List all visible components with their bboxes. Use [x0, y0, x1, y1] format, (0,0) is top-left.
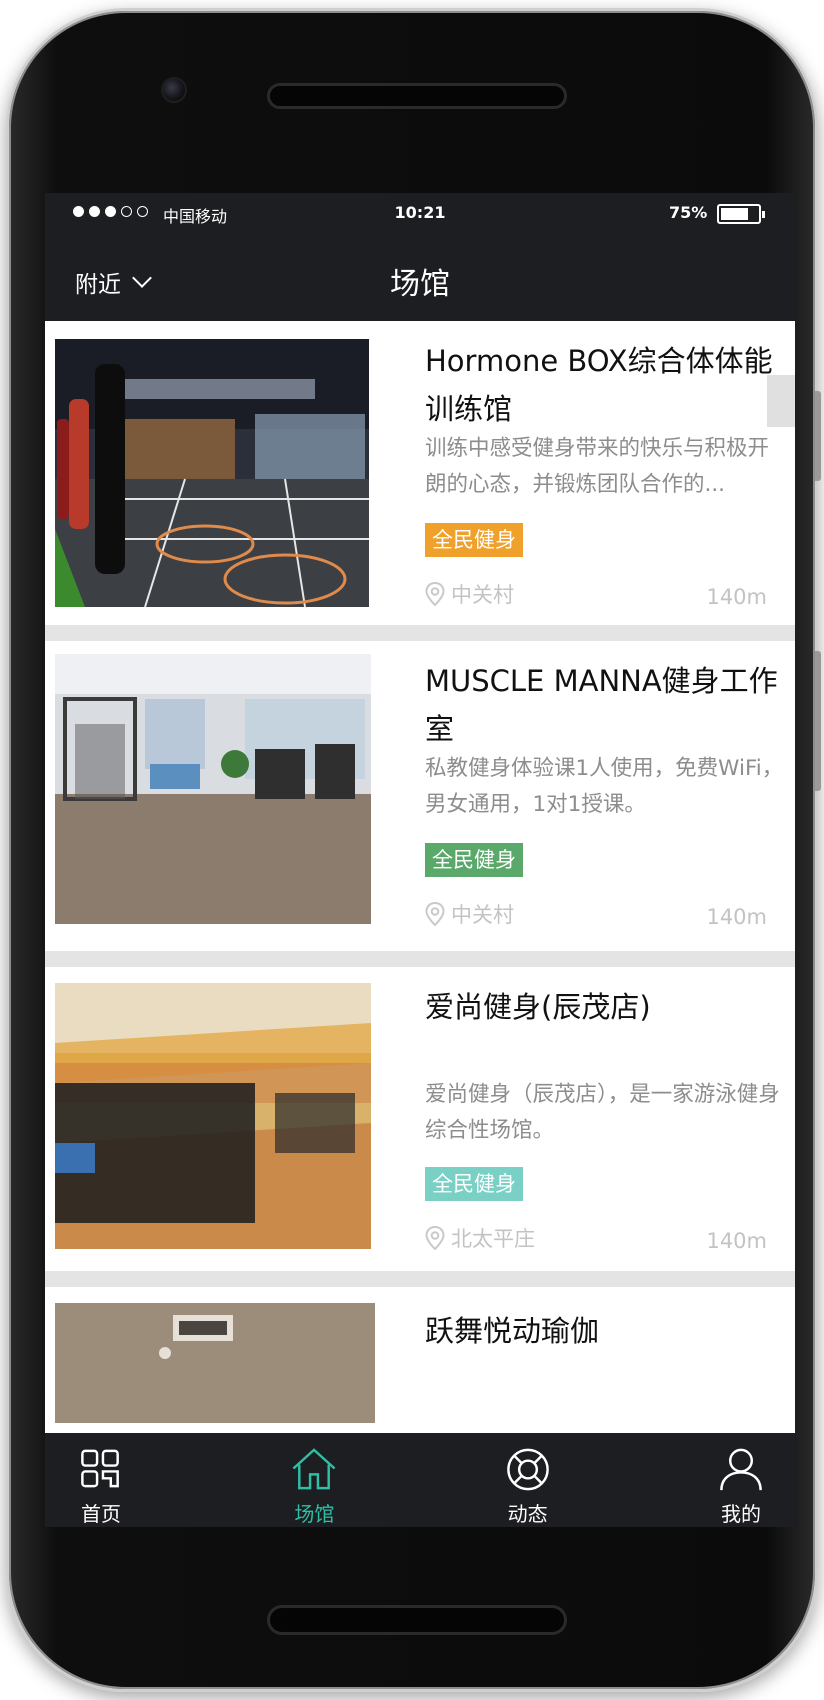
- power-button: [815, 651, 821, 791]
- venue-tag: 全民健身: [425, 523, 523, 557]
- venue-distance: 140m: [706, 1229, 767, 1253]
- venue-area-label: 中关村: [451, 903, 514, 927]
- venue-list[interactable]: Hormone BOX综合体体能训练馆 训练中感受健身带来的快乐与积极开朗的心态…: [45, 321, 795, 1527]
- venue-area: 中关村: [425, 899, 514, 929]
- venue-distance: 140m: [706, 905, 767, 929]
- venue-description: 训练中感受健身带来的快乐与积极开朗的心态，并锻炼团队合作的...: [425, 436, 770, 497]
- tab-label: 动态: [507, 1502, 548, 1526]
- front-camera: [161, 77, 187, 103]
- earpiece-speaker: [267, 83, 567, 109]
- venue-tag: 全民健身: [425, 843, 523, 877]
- venue-tag: 全民健身: [425, 1167, 523, 1201]
- gym-photo-image: [55, 983, 371, 1249]
- venue-card[interactable]: MUSCLE MANNA健身工作室 私教健身体验课1人使用，免费WiFi，男女通…: [45, 641, 795, 951]
- gym-photo-image: [55, 339, 369, 607]
- location-pin-icon: [425, 902, 445, 926]
- tab-profile[interactable]: 我的: [681, 1433, 795, 1527]
- scrollbar-thumb[interactable]: [767, 375, 795, 427]
- venue-title: 跃舞悦动瑜伽: [425, 1314, 600, 1348]
- tab-venues[interactable]: 场馆: [254, 1433, 374, 1527]
- venue-area: 中关村: [425, 579, 514, 609]
- venue-area: 北太平庄: [425, 1223, 535, 1253]
- venue-area-label: 中关村: [451, 583, 514, 607]
- tab-feed[interactable]: 动态: [468, 1433, 588, 1527]
- venue-distance: 140m: [706, 585, 767, 609]
- tab-home[interactable]: 首页: [45, 1433, 161, 1527]
- volume-button: [815, 391, 821, 481]
- page-title: 场馆: [390, 267, 450, 302]
- venue-title: 爱尚健身(辰茂店): [425, 990, 651, 1024]
- venue-photo: [55, 339, 369, 607]
- venue-card[interactable]: Hormone BOX综合体体能训练馆 训练中感受健身带来的快乐与积极开朗的心态…: [45, 321, 795, 625]
- tab-label: 场馆: [294, 1502, 335, 1526]
- lifebuoy-icon: [506, 1448, 549, 1491]
- phone-frame: 中国移动 10:21 75% 附近 场馆 Hormone BOX综合体体能训练馆…: [6, 8, 821, 1692]
- home-icon: [292, 1448, 336, 1490]
- battery-level-fill: [721, 208, 748, 220]
- top-bar: 中国移动 10:21 75% 附近 场馆: [45, 193, 795, 321]
- venue-description: 私教健身体验课1人使用，免费WiFi，男女通用，1对1授课。: [425, 756, 784, 817]
- venue-photo: [55, 1303, 375, 1423]
- screen: 中国移动 10:21 75% 附近 场馆 Hormone BOX综合体体能训练馆…: [45, 193, 795, 1527]
- venue-photo: [55, 654, 371, 924]
- location-pin-icon: [425, 582, 445, 606]
- gym-photo-image: [55, 654, 371, 924]
- yoga-studio-image: [55, 1303, 375, 1423]
- bottom-tab-bar: 首页 场馆 动态 我的: [45, 1433, 795, 1527]
- tab-label: 首页: [81, 1502, 121, 1526]
- venue-title: Hormone BOX综合体体能训练馆: [425, 344, 773, 426]
- tab-label: 我的: [720, 1502, 761, 1526]
- venue-description: 爱尚健身（辰茂店），是一家游泳健身综合性场馆。: [425, 1082, 780, 1143]
- venue-photo: [55, 983, 371, 1249]
- venue-card[interactable]: 爱尚健身(辰茂店) 爱尚健身（辰茂店），是一家游泳健身综合性场馆。 全民健身 北…: [45, 967, 795, 1271]
- battery-icon: [717, 204, 765, 224]
- bottom-speaker: [267, 1605, 567, 1635]
- venue-area-label: 北太平庄: [451, 1227, 535, 1251]
- user-icon: [720, 1448, 762, 1491]
- battery-percent: 75%: [669, 203, 708, 222]
- venue-title: MUSCLE MANNA健身工作室: [425, 664, 778, 746]
- status-bar: 中国移动 10:21 75%: [45, 193, 795, 233]
- grid-icon: [81, 1449, 119, 1488]
- location-pin-icon: [425, 1226, 445, 1250]
